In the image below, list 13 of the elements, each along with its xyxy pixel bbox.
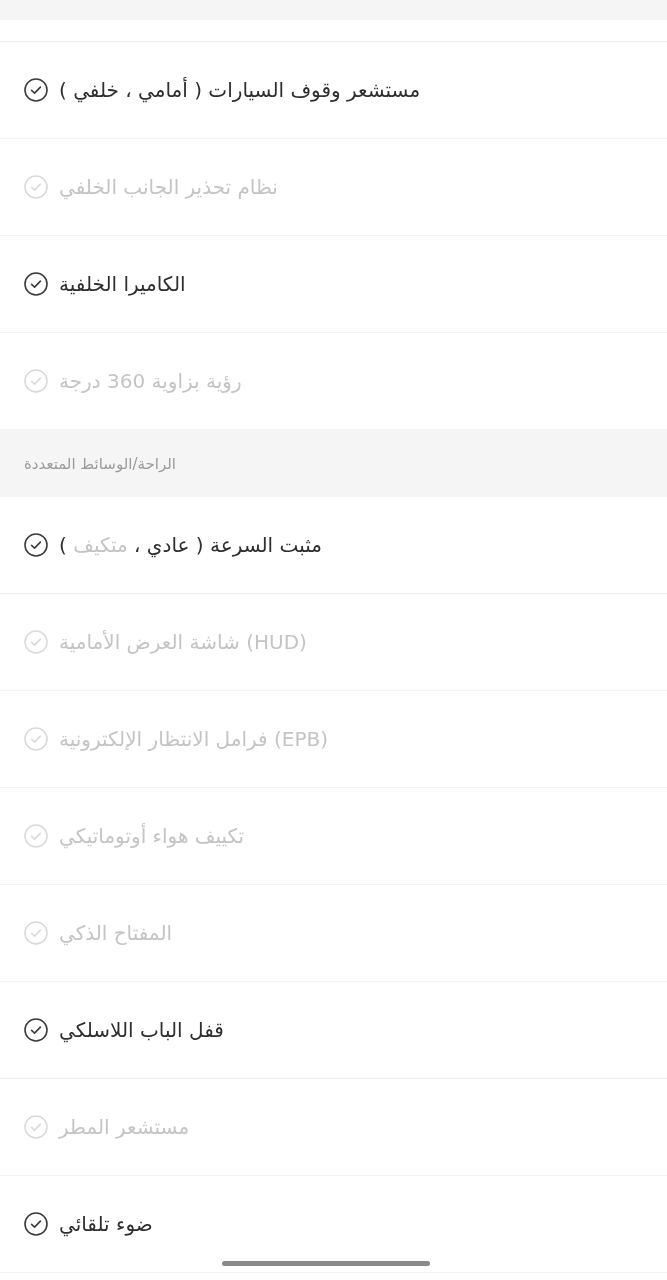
feature-label: ضوء تلقائي — [59, 1212, 153, 1236]
feature-label: قفل الباب اللاسلكي — [59, 1018, 224, 1042]
feature-label: المفتاح الذكي — [59, 921, 173, 945]
feature-label: مستشعر المطر — [59, 1115, 190, 1139]
feature-label: الكاميرا الخلفية — [59, 272, 186, 296]
feature-label: تكييف هواء أوتوماتيكي — [59, 824, 245, 848]
feature-label: نظام تحذير الجانب الخلفي — [59, 175, 278, 199]
feature-label: (HUD) شاشة العرض الأمامية — [59, 630, 307, 654]
feature-label: مستشعر وقوف السيارات ( أمامي ، خلفي ) — [59, 78, 421, 102]
feature-label: (EPB) فرامل الانتظار الإلكترونية — [59, 727, 328, 751]
feature-label: مثبت السرعة ( عادي ، متكيف ) — [59, 533, 322, 557]
section-header: الراحة/الوسائط المتعددة — [0, 430, 667, 497]
feature-label: رؤية بزاوية 360 درجة — [59, 369, 242, 393]
